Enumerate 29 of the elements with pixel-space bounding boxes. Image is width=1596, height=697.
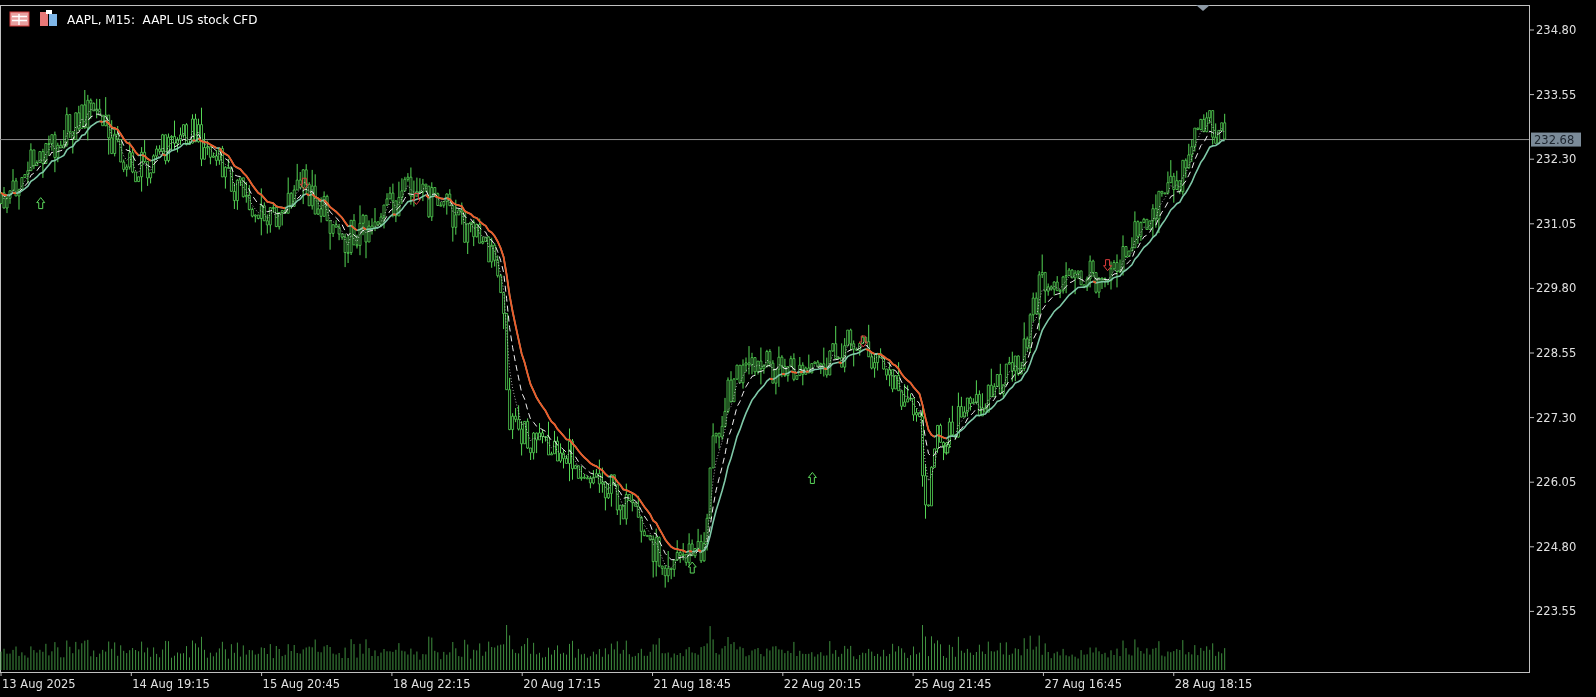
time-label: 27 Aug 16:45 xyxy=(1044,677,1122,691)
price-label: 233.55 xyxy=(1536,87,1577,102)
table-icon[interactable] xyxy=(9,11,30,27)
price-label: 223.55 xyxy=(1536,604,1577,619)
time-label: 21 Aug 18:45 xyxy=(653,677,732,691)
current-price-label: 232.68 xyxy=(1531,132,1581,147)
down-arrow-icon xyxy=(411,193,421,205)
down-arrow-icon xyxy=(1103,259,1113,272)
price-label: 227.30 xyxy=(1536,410,1577,425)
price-label: 229.80 xyxy=(1536,281,1577,296)
chart-title: AAPL, M15: AAPL US stock CFD xyxy=(67,13,258,27)
time-label: 15 Aug 20:45 xyxy=(262,677,341,691)
time-label: 22 Aug 20:15 xyxy=(783,677,862,691)
price-label: 234.80 xyxy=(1536,23,1577,37)
price-label: 226.05 xyxy=(1536,475,1577,490)
shift-marker-icon[interactable] xyxy=(1196,5,1210,11)
price-label: 224.80 xyxy=(1536,539,1577,554)
down-arrow-icon xyxy=(299,177,309,190)
chart-window-icon[interactable] xyxy=(40,10,57,26)
time-label: 14 Aug 19:15 xyxy=(132,677,210,691)
price-label: 231.05 xyxy=(1536,216,1577,231)
time-label: 25 Aug 21:45 xyxy=(914,677,992,691)
down-arrow-icon xyxy=(858,335,868,348)
time-label: 20 Aug 17:15 xyxy=(523,677,601,691)
time-label: 13 Aug 2025 xyxy=(2,677,76,691)
time-label: 28 Aug 18:15 xyxy=(1174,677,1253,691)
price-label: 228.55 xyxy=(1536,346,1577,360)
price-label: 232.30 xyxy=(1536,152,1577,167)
time-label: 18 Aug 22:15 xyxy=(392,677,471,691)
